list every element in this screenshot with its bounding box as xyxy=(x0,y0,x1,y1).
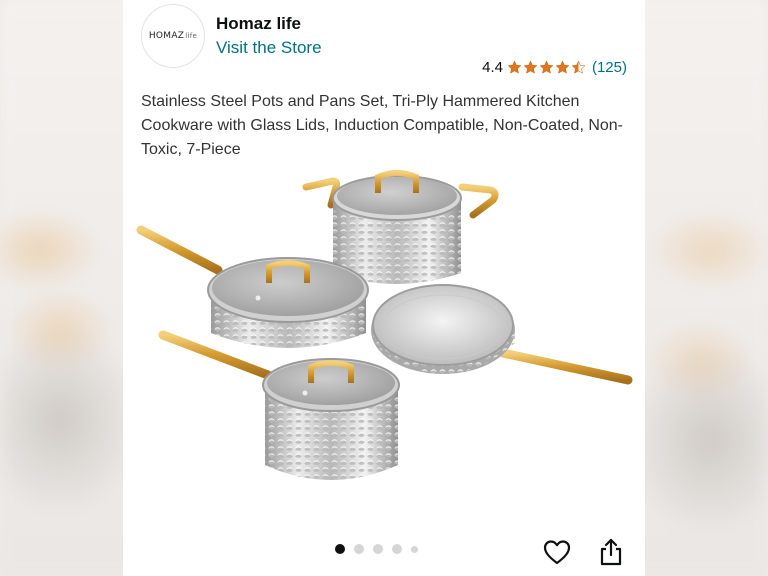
product-card: HOMAZlife Homaz life Visit the Store 4.4… xyxy=(123,0,645,576)
product-image[interactable] xyxy=(123,165,645,530)
pagination-dot[interactable] xyxy=(411,545,418,553)
store-logo[interactable]: HOMAZlife xyxy=(141,4,205,68)
star-icon xyxy=(555,60,570,74)
half-star-icon xyxy=(571,60,586,74)
saucepan xyxy=(158,330,400,480)
star-rating xyxy=(507,60,586,75)
rating-count[interactable]: (125) xyxy=(592,59,627,76)
pagination-dot[interactable] xyxy=(335,544,345,554)
heart-icon xyxy=(543,540,571,565)
visit-store-link[interactable]: Visit the Store xyxy=(216,38,322,58)
pagination-dot[interactable] xyxy=(373,544,383,554)
pagination-dot[interactable] xyxy=(354,544,364,554)
store-logo-wordmark: HOMAZlife xyxy=(148,31,198,41)
star-icon xyxy=(539,60,554,74)
pagination-dot[interactable] xyxy=(392,544,402,554)
store-name: Homaz life xyxy=(216,14,302,33)
like-button[interactable] xyxy=(540,535,574,569)
product-title: Stainless Steel Pots and Pans Set, Tri-P… xyxy=(141,93,624,158)
share-button[interactable] xyxy=(594,535,628,569)
frying-pan xyxy=(371,284,633,385)
image-pagination xyxy=(335,544,418,554)
share-icon xyxy=(600,538,622,566)
star-icon xyxy=(507,60,522,74)
rating-row[interactable]: 4.4 (125) xyxy=(482,59,627,76)
rating-value: 4.4 xyxy=(482,59,503,76)
star-icon xyxy=(523,60,538,74)
